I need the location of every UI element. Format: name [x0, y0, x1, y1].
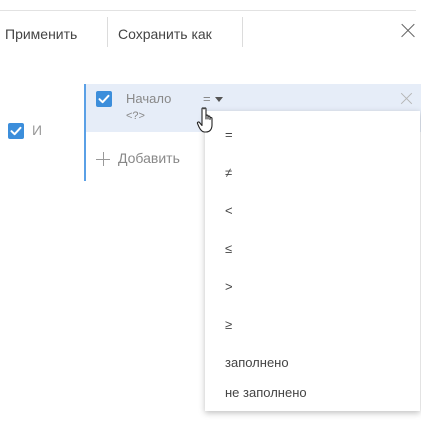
condition-field-name[interactable]: Начало [126, 91, 171, 106]
apply-button[interactable]: Применить [5, 11, 77, 57]
operator-option[interactable]: ≥ [205, 306, 420, 343]
toolbar-separator [107, 17, 108, 47]
checkmark-icon [10, 126, 22, 136]
plus-icon [96, 152, 110, 166]
operator-option[interactable]: ≠ [205, 154, 420, 191]
condition-value[interactable]: <?> [126, 110, 145, 122]
checkmark-icon [98, 94, 110, 104]
operator-dropdown: = ≠ < ≤ > ≥ заполнено не заполнено [205, 111, 420, 411]
save-as-button[interactable]: Сохранить как [118, 11, 212, 57]
operator-option[interactable]: = [205, 116, 420, 153]
group-checkbox[interactable] [8, 123, 24, 139]
add-condition-label: Добавить [118, 150, 180, 166]
operator-select[interactable]: = [203, 91, 223, 106]
operator-option[interactable]: < [205, 192, 420, 229]
operator-option[interactable]: ≤ [205, 230, 420, 267]
filter-toolbar: Применить Сохранить как [0, 11, 421, 57]
condition-checkbox[interactable] [96, 91, 112, 107]
close-icon[interactable] [400, 23, 416, 39]
toolbar-separator [242, 17, 243, 47]
chevron-down-icon [214, 97, 223, 103]
hand-cursor-icon [196, 107, 213, 133]
remove-condition-icon[interactable] [400, 92, 413, 105]
group-logic-label[interactable]: И [32, 122, 42, 138]
operator-value: = [203, 91, 211, 106]
operator-option[interactable]: не заполнено [205, 374, 420, 411]
operator-option[interactable]: > [205, 268, 420, 305]
